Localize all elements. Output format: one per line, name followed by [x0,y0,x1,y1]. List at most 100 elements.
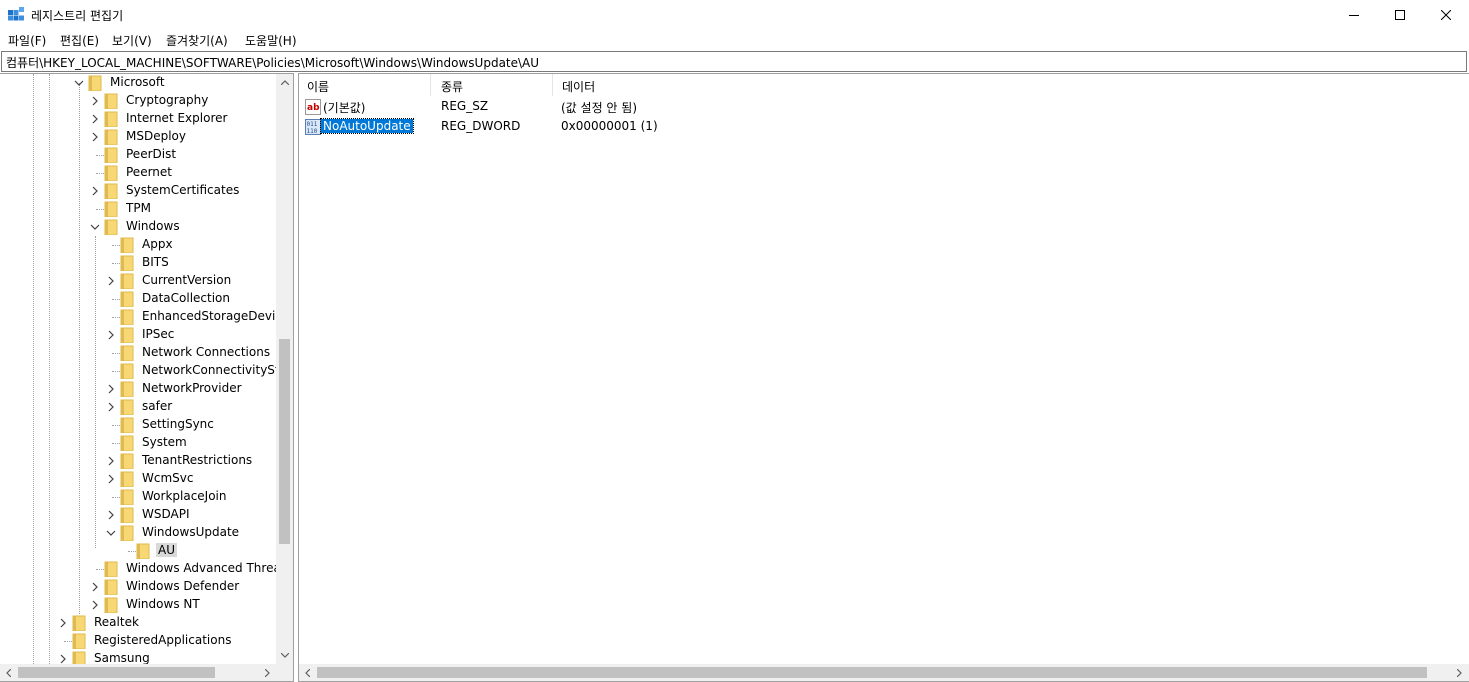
chevron-right-icon[interactable] [106,402,116,412]
menu-view[interactable]: 보기(V) [112,32,152,49]
tree-item-label: WcmSvc [142,471,194,485]
tree-item-label: Windows Defender [126,579,240,593]
scroll-up-arrow[interactable] [276,74,293,91]
tree-connector [112,425,120,426]
chevron-right-icon[interactable] [90,114,100,124]
tree-item-label: SettingSync [142,417,214,431]
menu-favorites[interactable]: 즐겨찾기(A) [166,32,228,49]
folder-icon [120,453,134,469]
scroll-left-arrow[interactable] [0,664,17,681]
value-row[interactable]: ab (기본값) REG_SZ (값 설정 안 됨) [299,97,1469,117]
folder-icon [120,309,134,325]
chevron-right-icon[interactable] [106,276,116,286]
tree-horizontal-scrollbar[interactable] [0,664,276,681]
folder-icon [72,615,86,631]
folder-icon [104,147,118,163]
tree-connector [96,155,104,156]
folder-icon [104,129,118,145]
scroll-right-arrow[interactable] [1451,664,1468,681]
svg-text:ab: ab [307,103,320,113]
address-bar[interactable]: 컴퓨터\HKEY_LOCAL_MACHINE\SOFTWARE\Policies… [1,51,1467,72]
column-header-name[interactable]: 이름 [299,74,431,96]
chevron-right-icon[interactable] [90,582,100,592]
folder-icon [104,561,118,577]
folder-icon [72,633,86,649]
folder-icon [120,345,134,361]
chevron-right-icon[interactable] [106,456,116,466]
chevron-down-icon[interactable] [74,78,84,88]
menu-help[interactable]: 도움말(H) [245,32,297,49]
chevron-right-icon[interactable] [90,600,100,610]
chevron-down-icon[interactable] [106,528,116,538]
tree-connector [112,317,120,318]
tree-connector [112,497,120,498]
chevron-right-icon[interactable] [106,474,116,484]
tree-connector [96,209,104,210]
folder-icon [120,417,134,433]
column-header-data[interactable]: 데이터 [554,74,854,96]
tree-item-label: NetworkConnectivityStatu [142,363,294,377]
menu-file[interactable]: 파일(F) [8,32,46,49]
tree-item-label: IPSec [142,327,175,341]
folder-icon [120,291,134,307]
value-data: (값 설정 안 됨) [561,101,638,115]
chevron-right-icon[interactable] [58,654,68,664]
folder-icon [104,579,118,595]
chevron-right-icon[interactable] [90,186,100,196]
maximize-icon [1395,10,1405,20]
folder-icon [120,507,134,523]
tree-connector [96,569,104,570]
chevron-right-icon[interactable] [106,330,116,340]
tree-guide-line [79,83,80,614]
tree-item-label: Windows [126,219,180,233]
scroll-right-arrow[interactable] [259,664,276,681]
tree-guide-line [33,74,34,664]
tree-connector [64,641,72,642]
folder-icon [104,201,118,217]
folder-icon [104,183,118,199]
tree-item-label: RegisteredApplications [94,633,232,647]
column-header-type[interactable]: 종류 [433,74,553,96]
tree-item-label: PeerDist [126,147,177,161]
maximize-button[interactable] [1377,0,1423,30]
chevron-up-icon [280,80,289,85]
window-title: 레지스트리 편집기 [31,9,124,23]
value-row[interactable]: 011 110 NoAutoUpdate REG_DWORD 0x0000000… [299,117,1469,137]
dword-value-icon: 011 110 [305,119,321,135]
tree-item-label: TenantRestrictions [142,453,253,467]
close-button[interactable] [1423,0,1469,30]
scroll-thumb[interactable] [279,339,290,544]
scroll-down-arrow[interactable] [276,647,293,664]
menu-edit[interactable]: 편집(E) [60,32,99,49]
chevron-right-icon[interactable] [90,96,100,106]
chevron-right-icon[interactable] [106,510,116,520]
scroll-left-arrow[interactable] [299,664,316,681]
tree-guide-line [95,236,96,548]
folder-icon [104,219,118,235]
scroll-thumb[interactable] [18,667,215,678]
tree-item-label: safer [142,399,173,413]
tree-item-label: WindowsUpdate [142,525,240,539]
tree-item-label: System [142,435,187,449]
chevron-right-icon[interactable] [106,384,116,394]
chevron-right-icon [265,668,270,677]
values-horizontal-scrollbar[interactable] [299,664,1469,681]
folder-icon [120,363,134,379]
tree-item-label: Windows Advanced Threat P [126,561,294,575]
chevron-down-icon[interactable] [90,222,100,232]
folder-icon [120,273,134,289]
chevron-left-icon [305,668,310,677]
value-data: 0x00000001 (1) [561,119,658,133]
tree-item-label: Windows NT [126,597,200,611]
tree-item-label: Cryptography [126,93,209,107]
close-icon [1441,10,1451,20]
chevron-right-icon[interactable] [58,618,68,628]
chevron-right-icon[interactable] [90,132,100,142]
tree-item-label: EnhancedStorageDevices [142,309,294,323]
minimize-button[interactable] [1331,0,1377,30]
folder-icon [88,75,102,91]
scroll-thumb[interactable] [317,667,1427,678]
chevron-down-icon [280,653,289,658]
folder-icon [120,489,134,505]
tree-vertical-scrollbar[interactable] [276,74,293,664]
